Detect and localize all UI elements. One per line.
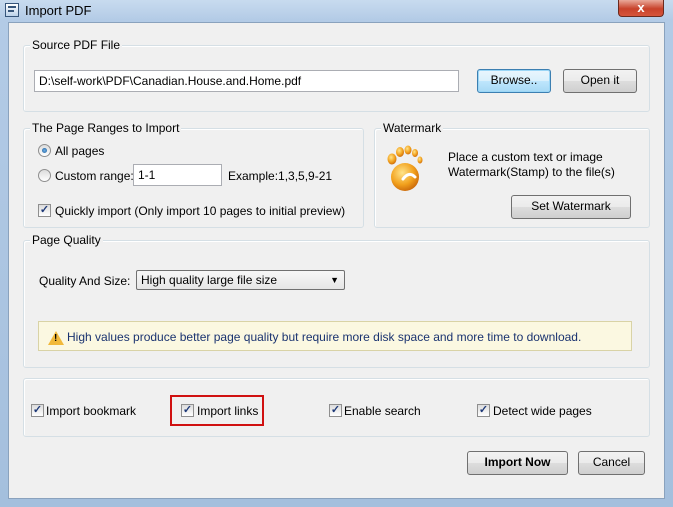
chevron-down-icon: ▼ [330, 275, 339, 285]
set-watermark-button-label: Set Watermark [531, 199, 611, 213]
import-links-highlight [170, 395, 264, 426]
pdf-path-input[interactable]: D:\self-work\PDF\Canadian.House.and.Home… [34, 70, 459, 92]
page-ranges-group-label: The Page Ranges to Import [30, 121, 182, 135]
import-bookmark-label: Import bookmark [46, 404, 137, 418]
watermark-desc-line1: Place a custom text or image [448, 150, 603, 164]
all-pages-radio[interactable] [38, 144, 51, 157]
page-quality-group-label: Page Quality [30, 233, 103, 247]
dialog-body: Source PDF File D:\self-work\PDF\Canadia… [8, 22, 665, 499]
quality-size-select[interactable]: High quality large file size ▼ [136, 270, 345, 290]
page-ranges-group: The Page Ranges to Import All pages Cust… [23, 121, 364, 228]
import-now-button-label: Import Now [484, 455, 551, 469]
source-pdf-group-label: Source PDF File [30, 38, 123, 52]
quick-import-label: Quickly import (Only import 10 pages to … [55, 204, 346, 218]
browse-button[interactable]: Browse.. [477, 69, 551, 93]
quick-import-checkbox[interactable]: ✓ [38, 204, 51, 217]
import-options-group: ✓ Import bookmark ✓ Import links ✓ Enabl… [23, 378, 650, 437]
quality-warning-box: ! High values produce better page qualit… [38, 321, 632, 351]
watermark-group: Watermark Place a custom text or image W… [374, 121, 650, 228]
watermark-desc-line2: Watermark(Stamp) to the file(s) [448, 165, 615, 179]
footprint-icon [387, 145, 423, 191]
import-now-button[interactable]: Import Now [467, 451, 568, 475]
close-button[interactable]: x [618, 0, 664, 17]
open-it-button-label: Open it [580, 73, 620, 87]
watermark-group-label: Watermark [381, 121, 444, 135]
warning-icon: ! [48, 331, 64, 345]
cancel-button[interactable]: Cancel [578, 451, 645, 475]
custom-range-label: Custom range: [55, 169, 134, 183]
open-it-button[interactable]: Open it [563, 69, 637, 93]
set-watermark-button[interactable]: Set Watermark [511, 195, 631, 219]
range-example-label: Example:1,3,5,9-21 [228, 169, 333, 183]
page-quality-group: Page Quality Quality And Size: High qual… [23, 233, 650, 368]
browse-button-label: Browse.. [490, 73, 538, 87]
source-pdf-group: Source PDF File D:\self-work\PDF\Canadia… [23, 38, 650, 112]
enable-search-label: Enable search [344, 404, 421, 418]
window-title: Import PDF [25, 3, 92, 18]
all-pages-label: All pages [55, 144, 105, 158]
title-bar[interactable]: Import PDF x [0, 0, 673, 22]
import-pdf-window: Import PDF x Source PDF File D:\self-wor… [0, 0, 673, 507]
quality-size-label: Quality And Size: [39, 274, 131, 288]
detect-wide-pages-checkbox[interactable]: ✓ [477, 404, 490, 417]
custom-range-radio[interactable] [38, 169, 51, 182]
quality-warning-text: High values produce better page quality … [67, 330, 582, 344]
import-bookmark-checkbox[interactable]: ✓ [31, 404, 44, 417]
quality-size-select-value: High quality large file size [141, 273, 278, 287]
detect-wide-pages-label: Detect wide pages [493, 404, 592, 418]
cancel-button-label: Cancel [592, 455, 631, 469]
enable-search-checkbox[interactable]: ✓ [329, 404, 342, 417]
app-icon [5, 3, 19, 17]
custom-range-input[interactable]: 1-1 [133, 164, 222, 186]
